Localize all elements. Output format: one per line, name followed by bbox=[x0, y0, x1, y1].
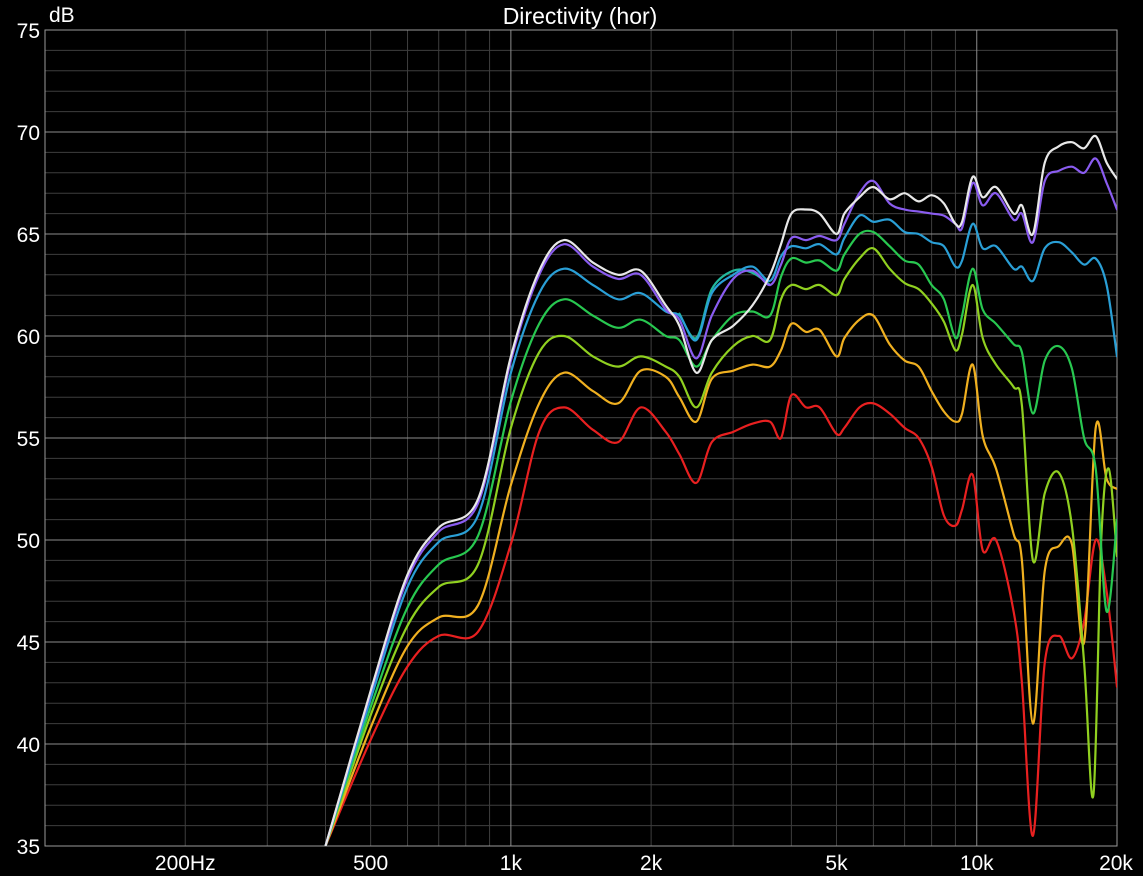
y-tick-label: 55 bbox=[17, 428, 40, 451]
y-axis-unit-label: dB bbox=[49, 4, 75, 27]
directivity-chart: 354045505560657075 200Hz 500 1k 2k 5k 10k 20k … bbox=[0, 0, 1143, 876]
y-tick-label: 60 bbox=[17, 326, 40, 349]
y-tick-label: 35 bbox=[17, 836, 40, 859]
x-tick-label: 10k bbox=[960, 852, 994, 875]
x-tick-label: 200Hz bbox=[155, 852, 216, 875]
y-tick-label: 75 bbox=[17, 20, 40, 43]
x-tick-label: 500 bbox=[353, 852, 388, 875]
chart-title: Directivity (hor) bbox=[503, 3, 658, 29]
x-tick-label: 5k bbox=[825, 852, 848, 875]
y-tick-label: 40 bbox=[17, 734, 40, 757]
y-tick-label: 70 bbox=[17, 122, 40, 145]
x-tick-label: 1k bbox=[500, 852, 523, 875]
x-tick-label: 20k bbox=[1099, 852, 1133, 875]
y-tick-label: 65 bbox=[17, 224, 40, 247]
y-tick-label: 50 bbox=[17, 530, 40, 553]
x-tick-label: 2k bbox=[640, 852, 663, 875]
y-tick-label: 45 bbox=[17, 632, 40, 655]
